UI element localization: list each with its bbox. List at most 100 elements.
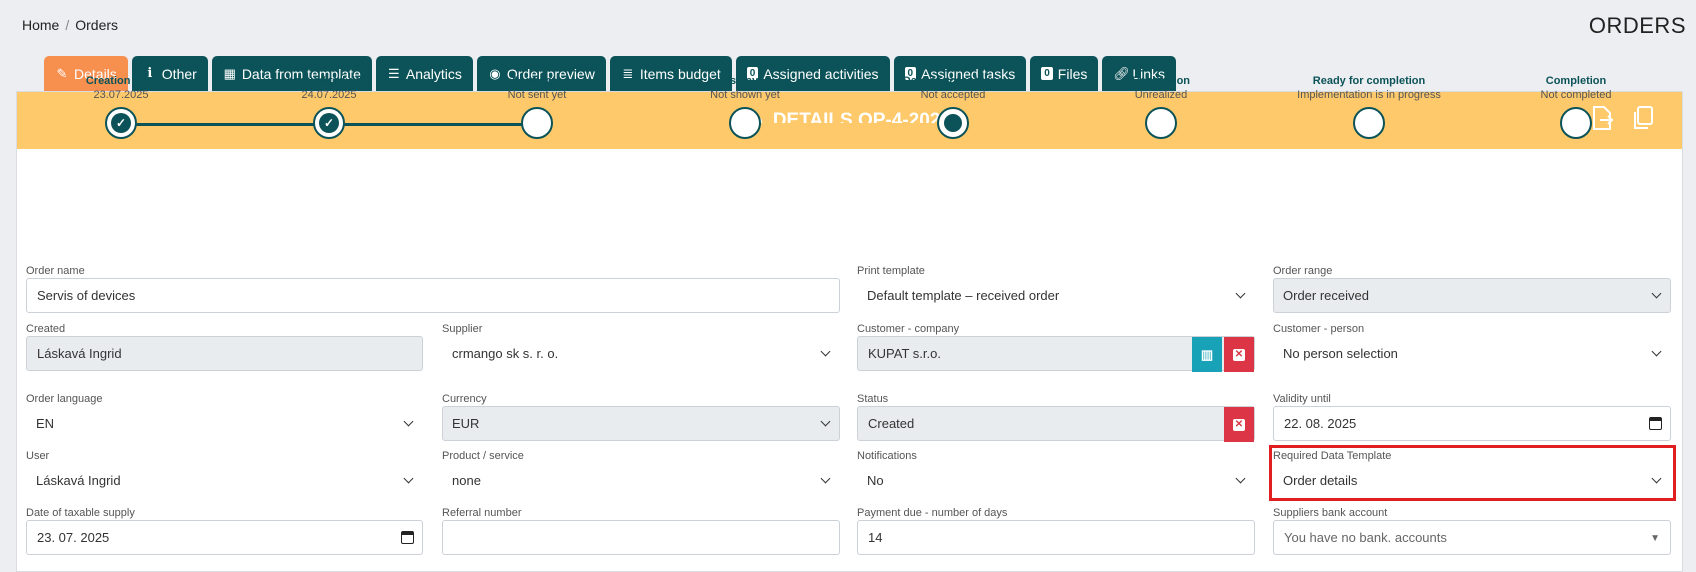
step-circle-pending[interactable]	[521, 107, 553, 139]
step-circle-pending[interactable]	[1353, 107, 1385, 139]
check-icon: ✓	[111, 113, 131, 133]
clear-company-button[interactable]: ✕	[1224, 337, 1254, 372]
chevron-down-icon	[403, 416, 414, 427]
field-label: Order range	[1273, 265, 1333, 277]
field-label: Customer - person	[1273, 323, 1365, 335]
field-value: No	[867, 473, 884, 488]
validity-until-field: Validity until 22. 08. 2025	[1273, 392, 1671, 441]
currency-field: Currency EUR	[442, 392, 840, 441]
field-value: Default template – received order	[867, 288, 1060, 303]
step-value: 23.07.2025	[93, 89, 149, 101]
customer-person-select[interactable]: No person selection	[1273, 336, 1671, 371]
field-label: Order language	[26, 393, 103, 405]
user-select[interactable]: Láskavá Ingrid	[26, 463, 423, 498]
step-label: Sent date	[512, 75, 562, 87]
field-label: User	[26, 450, 50, 462]
field-value: Order received	[1283, 288, 1369, 303]
validity-until-date-input[interactable]: 22. 08. 2025	[1273, 406, 1671, 441]
field-label: Customer - company	[857, 323, 960, 335]
date-of-taxable-supply-field: Date of taxable supply 23. 07. 2025	[26, 506, 423, 555]
field-label: Currency	[442, 393, 487, 405]
currency-select[interactable]: EUR	[442, 406, 840, 441]
order-name-input[interactable]: Servis of devices	[26, 278, 840, 313]
step-label: Completion	[1545, 75, 1607, 87]
supplier-select[interactable]: crmango sk s. r. o.	[442, 336, 840, 371]
field-label: Validity until	[1273, 393, 1331, 405]
step-label: Ready for completion	[1312, 75, 1426, 87]
step-circle-pending[interactable]	[1145, 107, 1177, 139]
chevron-down-icon	[1651, 288, 1662, 299]
date-of-taxable-supply-input[interactable]: 23. 07. 2025	[26, 520, 423, 555]
field-label: Created	[26, 323, 66, 335]
step-label: Creation date	[85, 75, 157, 87]
notifications-select[interactable]: No	[857, 463, 1255, 498]
progress-stepper: Creation date 23.07.2025 Last edited date…	[0, 0, 1696, 240]
field-value: Created	[868, 416, 915, 431]
order-name-field: Order name Servis of devices	[26, 264, 840, 313]
clear-status-button[interactable]: ✕	[1224, 407, 1254, 442]
status-field: Status Created ✕	[857, 392, 1255, 442]
clear-icon: ✕	[1233, 418, 1245, 431]
step-sent-date: Sent date Not sent yet	[432, 75, 642, 101]
clear-icon: ✕	[1233, 348, 1245, 361]
step-value: Not completed	[1540, 89, 1612, 101]
chevron-down-icon	[1235, 288, 1246, 299]
created-input: Láskavá Ingrid	[26, 336, 423, 371]
payment-due-input[interactable]: 14	[857, 520, 1255, 555]
step-circle-pending[interactable]	[729, 107, 761, 139]
field-value: 14	[868, 530, 883, 545]
building-icon: ▥	[1200, 346, 1214, 362]
status-input[interactable]: Created ✕	[857, 406, 1255, 442]
step-value: 24.07.2025	[301, 89, 357, 101]
caret-down-icon: ▼	[1650, 533, 1660, 544]
step-label: Displayed	[719, 75, 771, 87]
field-label: Supplier	[442, 323, 483, 335]
suppliers-bank-account-select[interactable]: You have no bank. accounts ▼	[1273, 520, 1671, 555]
field-label: Date of taxable supply	[26, 507, 135, 519]
created-field: Created Láskavá Ingrid	[26, 322, 423, 371]
referral-number-field: Referral number	[442, 506, 840, 555]
step-circle-pending[interactable]	[1560, 107, 1592, 139]
product-service-select[interactable]: none	[442, 463, 840, 498]
field-value: EN	[36, 416, 55, 431]
referral-number-input[interactable]	[442, 520, 840, 555]
chevron-down-icon	[820, 416, 831, 427]
calendar-icon[interactable]	[401, 531, 414, 544]
field-value: 23. 07. 2025	[37, 530, 110, 545]
step-circle-done[interactable]: ✓	[313, 107, 345, 139]
step-value: Not accepted	[920, 89, 986, 101]
supplier-field: Supplier crmango sk s. r. o.	[442, 322, 840, 371]
order-language-select[interactable]: EN	[26, 406, 423, 441]
step-creation-date: Creation date 23.07.2025	[16, 75, 226, 101]
calendar-icon[interactable]	[1649, 417, 1662, 430]
payment-due-field: Payment due - number of days 14	[857, 506, 1255, 555]
field-value: No person selection	[1283, 346, 1398, 361]
step-completion: Completion Not completed	[1471, 75, 1681, 101]
chevron-down-icon	[820, 346, 831, 357]
chevron-down-icon	[820, 473, 831, 484]
stepper-line-pending	[538, 123, 1576, 126]
field-value: You have no bank. accounts	[1284, 530, 1447, 545]
product-service-field: Product / service none	[442, 449, 840, 498]
order-range-select[interactable]: Order received	[1273, 278, 1671, 313]
chevron-down-icon	[1235, 473, 1246, 484]
field-label: Print template	[857, 265, 925, 277]
order-range-field: Order range Order received	[1273, 264, 1671, 313]
step-circle-done[interactable]: ✓	[105, 107, 137, 139]
step-realization: Realization Unrealized	[1056, 75, 1266, 101]
current-dot-icon	[944, 114, 962, 132]
check-icon: ✓	[319, 113, 339, 133]
suppliers-bank-account-field: Suppliers bank account You have no bank.…	[1273, 506, 1671, 555]
customer-company-field: Customer - company KUPAT s.r.o. ▥ ✕	[857, 322, 1255, 372]
step-circle-current[interactable]	[937, 107, 969, 139]
step-ready-for-completion: Ready for completion Implementation is in…	[1264, 75, 1474, 101]
customer-company-input[interactable]: KUPAT s.r.o. ▥ ✕	[857, 336, 1255, 372]
print-template-field: Print template Default template – receiv…	[857, 264, 1255, 313]
step-last-edited-date: Last edited date 24.07.2025	[224, 75, 434, 101]
highlight-box	[1269, 445, 1676, 501]
user-field: User Láskavá Ingrid	[26, 449, 423, 498]
select-company-button[interactable]: ▥	[1192, 337, 1222, 372]
print-template-select[interactable]: Default template – received order	[857, 278, 1255, 313]
step-value: Not sent yet	[507, 89, 567, 101]
order-language-field: Order language EN	[26, 392, 423, 441]
